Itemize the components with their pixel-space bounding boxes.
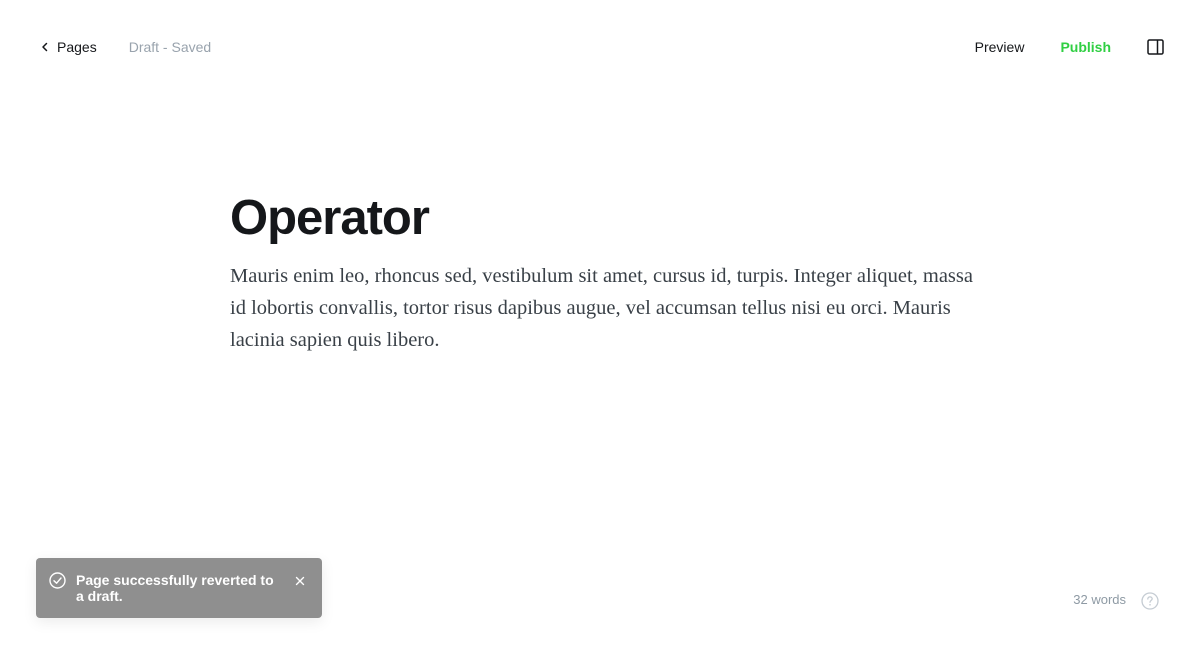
editor-page: Pages Draft - Saved Preview Publish Oper… <box>0 0 1200 648</box>
sidebar-toggle-button[interactable] <box>1146 38 1164 56</box>
topbar-left: Pages Draft - Saved <box>40 37 211 57</box>
post-title[interactable]: Operator <box>230 188 975 248</box>
word-count: 32 words <box>1073 592 1126 607</box>
toast-message: Page successfully reverted to a draft. <box>76 572 274 604</box>
topbar-right: Preview Publish <box>975 36 1164 58</box>
back-link-label: Pages <box>57 39 97 55</box>
sidebar-toggle-icon <box>1146 39 1164 55</box>
post-body[interactable]: Mauris enim leo, rhoncus sed, vestibulum… <box>230 260 975 356</box>
post-editor: Operator Mauris enim leo, rhoncus sed, v… <box>230 188 975 356</box>
help-circle-icon[interactable] <box>1141 592 1159 610</box>
preview-button[interactable]: Preview <box>975 39 1025 55</box>
back-to-pages-link[interactable]: Pages <box>40 39 97 55</box>
chevron-left-icon <box>42 42 48 52</box>
draft-status: Draft - Saved <box>128 39 212 55</box>
notification-toast: Page successfully reverted to a draft. <box>36 558 322 618</box>
check-circle-icon <box>49 572 66 589</box>
publish-button[interactable]: Publish <box>1060 39 1111 55</box>
close-icon[interactable] <box>293 574 307 588</box>
